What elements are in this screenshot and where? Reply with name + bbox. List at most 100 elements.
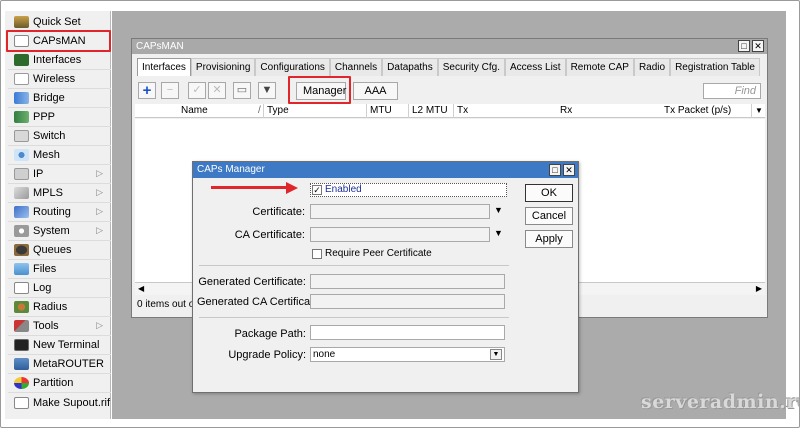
- tab-interfaces[interactable]: Interfaces: [137, 58, 191, 76]
- sidebar-item-label: New Terminal: [33, 339, 100, 351]
- apply-button[interactable]: Apply: [525, 230, 573, 248]
- sidebar-item-bridge[interactable]: Bridge: [8, 89, 111, 108]
- sidebar-item-mpls[interactable]: MPLS ▷: [8, 184, 111, 203]
- enabled-checkbox[interactable]: ✓: [312, 185, 322, 195]
- sidebar-item-label: System: [33, 225, 70, 237]
- certificate-select[interactable]: [310, 204, 490, 219]
- sidebar-item-wireless[interactable]: Wireless: [8, 70, 111, 89]
- generated-cert-label: Generated Certificate:: [198, 276, 306, 288]
- cancel-button[interactable]: Cancel: [525, 207, 573, 225]
- radius-icon: [14, 301, 29, 313]
- sidebar-item-label: PPP: [33, 111, 56, 123]
- sidebar-item-interfaces[interactable]: Interfaces: [8, 51, 111, 70]
- maximize-button[interactable]: □: [738, 40, 750, 52]
- column-name[interactable]: Name: [178, 104, 263, 118]
- require-peer-label: Require Peer Certificate: [325, 248, 432, 259]
- find-input[interactable]: Find: [703, 83, 761, 99]
- sidebar-item-tools[interactable]: Tools ▷: [8, 317, 111, 336]
- tab-remote-cap[interactable]: Remote CAP: [565, 58, 634, 76]
- column-tx[interactable]: Tx: [453, 104, 557, 118]
- sidebar-item-new-terminal[interactable]: New Terminal: [8, 336, 111, 355]
- routing-icon: [14, 206, 29, 218]
- tab-configurations[interactable]: Configurations: [255, 58, 330, 76]
- ok-button[interactable]: OK: [525, 184, 573, 202]
- sidebar-item-mesh[interactable]: Mesh: [8, 146, 111, 165]
- table-header: Name / Type MTU L2 MTU Tx Rx Tx Packet (…: [135, 104, 765, 118]
- manager-highlight-box: [288, 76, 351, 104]
- scroll-left-icon[interactable]: ◀: [138, 283, 144, 295]
- sidebar-item-queues[interactable]: Queues: [8, 241, 111, 260]
- certificate-dropdown-icon[interactable]: ▼: [494, 205, 503, 215]
- ca-certificate-select[interactable]: [310, 227, 490, 242]
- sidebar-item-label: Interfaces: [33, 54, 82, 66]
- sidebar-item-label: Log: [33, 282, 52, 294]
- sidebar-item-partition[interactable]: Partition: [8, 374, 111, 393]
- sidebar-item-ip[interactable]: IP ▷: [8, 165, 111, 184]
- generated-ca-cert-label: Generated CA Certificate:: [197, 296, 323, 308]
- close-button[interactable]: ✕: [752, 40, 764, 52]
- window-titlebar[interactable]: CAPsMAN □ ✕: [132, 39, 767, 54]
- sidebar-item-label: Wireless: [33, 73, 76, 85]
- sidebar-item-ppp[interactable]: PPP: [8, 108, 111, 127]
- tools-icon: [14, 320, 29, 332]
- scroll-right-icon[interactable]: ▶: [756, 283, 762, 295]
- tab-radio[interactable]: Radio: [633, 58, 671, 76]
- tab-datapaths[interactable]: Datapaths: [382, 58, 438, 76]
- package-path-input[interactable]: [310, 325, 505, 340]
- remove-button[interactable]: −: [161, 82, 179, 99]
- column-l2-mtu[interactable]: L2 MTU: [408, 104, 453, 118]
- sidebar-item-label: Quick Set: [33, 16, 81, 28]
- sidebar-item-label: Make Supout.rif: [33, 396, 111, 409]
- submenu-arrow-icon: ▷: [96, 225, 103, 235]
- enable-button[interactable]: ✓: [188, 82, 206, 99]
- require-peer-checkbox[interactable]: [312, 249, 322, 259]
- submenu-arrow-icon: ▷: [96, 206, 103, 216]
- tab-access-list[interactable]: Access List: [505, 58, 566, 76]
- ca-certificate-dropdown-icon[interactable]: ▼: [494, 228, 503, 238]
- upgrade-policy-select[interactable]: none: [310, 347, 505, 362]
- columns-menu-icon[interactable]: ▼: [751, 104, 765, 118]
- sidebar-item-label: Tools: [33, 320, 59, 332]
- upgrade-policy-label: Upgrade Policy:: [228, 349, 306, 361]
- submenu-arrow-icon: ▷: [96, 320, 103, 330]
- package-path-label: Package Path:: [234, 328, 306, 340]
- add-button[interactable]: +: [138, 82, 156, 99]
- disable-button[interactable]: ✕: [208, 82, 226, 99]
- system-icon: [14, 225, 29, 237]
- column-mtu[interactable]: MTU: [366, 104, 408, 118]
- sidebar-item-metarouter[interactable]: MetaROUTER: [8, 355, 111, 374]
- dialog-titlebar[interactable]: CAPs Manager □ ✕: [193, 162, 578, 178]
- sidebar-item-radius[interactable]: Radius: [8, 298, 111, 317]
- tab-provisioning[interactable]: Provisioning: [190, 58, 256, 76]
- sidebar-item-log[interactable]: Log: [8, 279, 111, 298]
- sidebar-item-files[interactable]: Files: [8, 260, 111, 279]
- column-tx-packet[interactable]: Tx Packet (p/s): [661, 104, 751, 118]
- metarouter-icon: [14, 358, 29, 370]
- enabled-label: Enabled: [325, 184, 362, 195]
- dialog-close-button[interactable]: ✕: [563, 164, 575, 176]
- certificate-label: Certificate:: [252, 206, 305, 218]
- sidebar-item-routing[interactable]: Routing ▷: [8, 203, 111, 222]
- generated-cert-field: [310, 274, 505, 289]
- column-rx[interactable]: Rx: [557, 104, 661, 118]
- sidebar-item-label: MetaROUTER: [33, 358, 104, 370]
- sidebar-item-label: MPLS: [33, 187, 63, 199]
- upgrade-policy-dropdown-icon[interactable]: ▼: [490, 349, 502, 360]
- sidebar-item-make-supout[interactable]: Make Supout.rif: [8, 393, 111, 412]
- filter-button[interactable]: ▼: [258, 82, 276, 99]
- quick-set-icon: [14, 16, 29, 28]
- sidebar-item-switch[interactable]: Switch: [8, 127, 111, 146]
- tab-registration-table[interactable]: Registration Table: [670, 58, 760, 76]
- dialog-maximize-button[interactable]: □: [549, 164, 561, 176]
- sidebar-item-label: Bridge: [33, 92, 65, 104]
- tab-channels[interactable]: Channels: [329, 58, 383, 76]
- mesh-icon: [14, 149, 29, 161]
- submenu-arrow-icon: ▷: [96, 187, 103, 197]
- watermark: serveradmin.ru: [641, 391, 800, 413]
- ppp-icon: [14, 111, 29, 123]
- sidebar-item-system[interactable]: System ▷: [8, 222, 111, 241]
- comment-button[interactable]: ▭: [233, 82, 251, 99]
- tab-security-cfg[interactable]: Security Cfg.: [437, 58, 505, 76]
- aaa-button[interactable]: AAA: [353, 82, 398, 100]
- column-type[interactable]: Type: [263, 104, 366, 118]
